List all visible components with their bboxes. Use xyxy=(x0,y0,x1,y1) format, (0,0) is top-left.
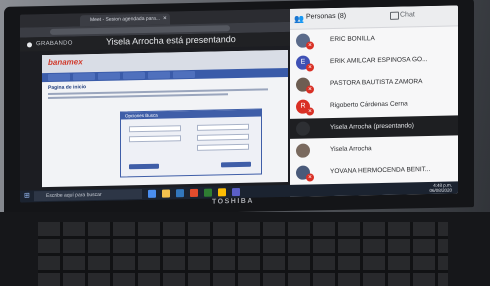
excel-icon[interactable] xyxy=(204,188,212,197)
nav-item[interactable] xyxy=(148,71,170,79)
taskbar-clock[interactable]: 4:48 p.m. 06/08/2020 xyxy=(429,183,452,193)
participants-panel: 👥 Personas (8) Chat ✕ ERIC BONILLA E ✕ ERIK … xyxy=(290,5,458,197)
mic-off-icon: ✕ xyxy=(306,85,314,94)
avatar xyxy=(296,121,310,136)
site-content: Pagina de inicio xyxy=(48,80,282,100)
laptop-screen: Meet - Sesion agendada para... ✕ GRABAND… xyxy=(20,5,458,203)
participant-row[interactable]: ✕ ERIC BONILLA xyxy=(290,27,458,51)
participant-name: PASTORA BAUTISTA ZAMORA xyxy=(330,78,423,88)
edge-icon[interactable] xyxy=(176,189,184,198)
site-logo: banamex xyxy=(48,57,83,68)
dialog-title: Opciones Busca xyxy=(121,109,261,120)
presenter-banner: Yisela Arrocha está presentando xyxy=(106,34,236,47)
participant-name: ERIC BONILLA xyxy=(330,35,375,44)
dialog-button[interactable] xyxy=(129,163,159,170)
record-icon xyxy=(27,42,32,48)
nav-item[interactable] xyxy=(48,73,70,82)
office-icon[interactable] xyxy=(190,188,198,198)
taskbar-search-placeholder: Escribe aquí para buscar xyxy=(46,191,102,200)
dialog-field[interactable] xyxy=(197,133,249,141)
laptop-brand: TOSHIBA xyxy=(212,197,254,206)
participant-row[interactable]: E ✕ ERIK AMILCAR ESPINOSA GO... xyxy=(290,49,458,73)
teams-icon[interactable] xyxy=(232,187,240,197)
clock-date: 06/08/2020 xyxy=(429,187,452,193)
participant-row[interactable]: R ✕ Rigoberto Cárdenas Cerna xyxy=(290,93,458,117)
tab-chat[interactable]: Chat xyxy=(400,11,415,18)
windows-start-icon[interactable]: ⊞ xyxy=(24,192,32,200)
file-explorer-icon[interactable] xyxy=(162,189,170,198)
nav-item[interactable] xyxy=(123,71,145,80)
participant-row[interactable]: ✕ PASTORA BAUTISTA ZAMORA xyxy=(290,71,458,95)
nav-item[interactable] xyxy=(173,70,195,79)
dialog-field[interactable] xyxy=(129,135,181,143)
participant-name: YOVANA HERMOCENDA BENIT... xyxy=(330,165,431,176)
taskbar-search[interactable]: Escribe aquí para buscar xyxy=(34,189,142,202)
participant-row[interactable]: Yisela Arrocha (presentando) xyxy=(290,115,458,139)
tab-title: Meet - Sesion agendada para... xyxy=(90,15,161,24)
mic-off-icon: ✕ xyxy=(306,107,314,116)
mic-off-icon: ✕ xyxy=(306,173,314,182)
participant-row[interactable]: ✕ YOVANA HERMOCENDA BENIT... xyxy=(290,159,458,183)
tab-people[interactable]: Personas (8) xyxy=(306,13,346,21)
chrome-icon[interactable] xyxy=(218,188,226,197)
participant-row[interactable]: Yisela Arrocha xyxy=(290,137,458,161)
recording-label: GRABANDO xyxy=(36,40,73,48)
dialog-field[interactable] xyxy=(129,125,181,133)
laptop-lid: Meet - Sesion agendada para... ✕ GRABAND… xyxy=(4,0,474,217)
people-icon: 👥 xyxy=(294,14,304,24)
search-options-dialog: Opciones Busca xyxy=(120,108,262,178)
participant-name: Rigoberto Cárdenas Cerna xyxy=(330,100,408,110)
participant-name: ERIK AMILCAR ESPINOSA GO... xyxy=(330,56,428,66)
mic-off-icon: ✕ xyxy=(306,63,314,72)
participant-name: Yisela Arrocha xyxy=(330,145,372,154)
dialog-field[interactable] xyxy=(197,123,249,131)
shared-screen: banamex Pagina de inicio Opciones Busca xyxy=(42,49,288,188)
dialog-field[interactable] xyxy=(197,143,249,151)
nav-item[interactable] xyxy=(73,73,95,81)
close-icon[interactable]: ✕ xyxy=(163,14,167,25)
dialog-button[interactable] xyxy=(221,161,251,168)
keyboard-rows xyxy=(38,222,448,286)
task-view-icon[interactable] xyxy=(148,189,156,198)
chat-icon xyxy=(390,11,399,20)
participant-name: Yisela Arrocha (presentando) xyxy=(330,122,414,132)
panel-header: 👥 Personas (8) Chat xyxy=(290,5,458,30)
mic-off-icon: ✕ xyxy=(306,41,314,50)
avatar xyxy=(296,143,310,158)
nav-item[interactable] xyxy=(98,72,120,80)
